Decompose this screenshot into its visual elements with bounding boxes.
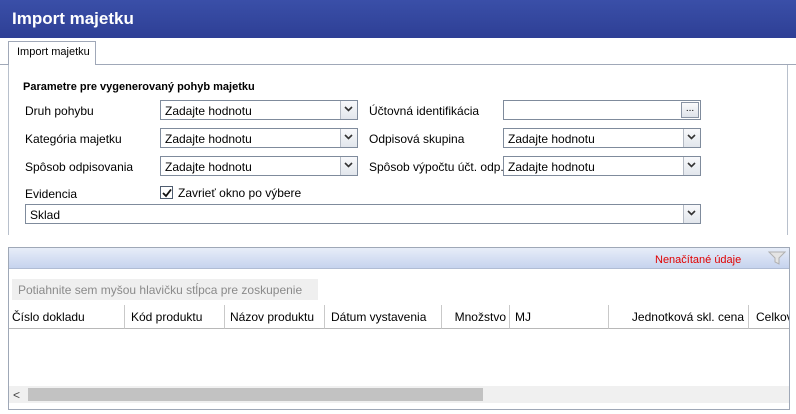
scrollbar-thumb[interactable] — [28, 388, 483, 401]
sposob-vypoctu-dropdown-button[interactable] — [683, 157, 700, 175]
sposob-vypoctu-value: Zadajte hodnotu — [508, 160, 595, 174]
group-by-drop-area[interactable]: Potiahnite sem myšou hlavičku stĺpca pre… — [12, 279, 318, 300]
odpisova-skupina-combo[interactable]: Zadajte hodnotu — [503, 128, 701, 148]
evidencia-dropdown-button[interactable] — [683, 205, 700, 223]
tab-strip — [0, 38, 796, 65]
column-header-nazov-produktu[interactable]: Názov produktu — [225, 305, 325, 329]
chevron-down-icon — [344, 162, 353, 168]
kategoria-majetku-value: Zadajte hodnotu — [165, 132, 252, 146]
sposob-odpisovania-combo[interactable]: Zadajte hodnotu — [160, 156, 358, 176]
chevron-down-icon — [344, 134, 353, 140]
column-header-cislo-dokladu[interactable]: Číslo dokladu — [9, 305, 125, 329]
filter-icon[interactable] — [768, 251, 786, 265]
odpisova-skupina-value: Zadajte hodnotu — [508, 132, 595, 146]
column-header-celkova[interactable]: Celkov — [749, 305, 789, 329]
scroll-left-arrow[interactable]: < — [13, 388, 20, 402]
odpisova-skupina-label: Odpisová skupina — [369, 132, 465, 146]
sposob-vypoctu-combo[interactable]: Zadajte hodnotu — [503, 156, 701, 176]
kategoria-majetku-dropdown-button[interactable] — [340, 129, 357, 147]
column-header-mnozstvo[interactable]: Množstvo — [442, 305, 510, 329]
kategoria-majetku-combo[interactable]: Zadajte hodnotu — [160, 128, 358, 148]
druh-pohybu-value: Zadajte hodnotu — [165, 104, 252, 118]
title-bar: Import majetku — [0, 0, 796, 38]
uctovna-identifikacia-label: Účtovná identifikácia — [369, 104, 480, 118]
uctovna-identifikacia-browse-button[interactable]: ... — [681, 102, 699, 118]
column-header-mj[interactable]: MJ — [510, 305, 609, 329]
kategoria-majetku-label: Kategória majetku — [25, 132, 122, 146]
chevron-down-icon — [344, 106, 353, 112]
close-window-checkbox[interactable] — [160, 186, 173, 199]
checkmark-icon — [162, 188, 172, 198]
evidencia-combo[interactable]: Sklad — [25, 204, 701, 224]
sposob-odpisovania-dropdown-button[interactable] — [340, 157, 357, 175]
column-header-kod-produktu[interactable]: Kód produktu — [125, 305, 225, 329]
chevron-down-icon — [687, 162, 696, 168]
sposob-odpisovania-label: Spôsob odpisovania — [25, 160, 134, 174]
column-header-datum-vystavenia[interactable]: Dátum vystavenia — [325, 305, 442, 329]
sposob-vypoctu-label: Spôsob výpočtu účt. odp. — [369, 160, 504, 174]
grid-status-text: Nenačítané údaje — [655, 254, 742, 266]
druh-pohybu-label: Druh pohybu — [25, 104, 94, 118]
uctovna-identifikacia-field[interactable]: ... — [503, 100, 701, 120]
odpisova-skupina-dropdown-button[interactable] — [683, 129, 700, 147]
chevron-down-icon — [687, 134, 696, 140]
chevron-down-icon — [687, 210, 696, 216]
close-window-checkbox-label[interactable]: Zavrieť okno po výbere — [178, 186, 301, 200]
window-title: Import majetku — [12, 9, 134, 28]
parameters-group-title: Parametre pre vygenerovaný pohyb majetku — [23, 81, 255, 93]
sposob-odpisovania-value: Zadajte hodnotu — [165, 160, 252, 174]
tab-import-majetku[interactable]: Import majetku — [8, 41, 96, 65]
column-header-jednotkova-skl-cena[interactable]: Jednotková skl. cena — [609, 305, 749, 329]
evidencia-value: Sklad — [30, 208, 61, 222]
druh-pohybu-combo[interactable]: Zadajte hodnotu — [160, 100, 358, 120]
horizontal-scrollbar[interactable]: < — [9, 386, 789, 403]
evidencia-label: Evidencia — [25, 187, 78, 201]
druh-pohybu-dropdown-button[interactable] — [340, 101, 357, 119]
